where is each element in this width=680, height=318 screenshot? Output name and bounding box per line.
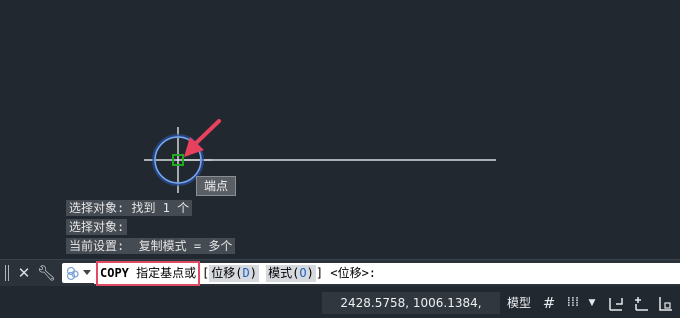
isodraft-icon-shape [659, 297, 672, 311]
grip-handle[interactable] [5, 265, 11, 281]
recent-commands-icon [66, 266, 79, 281]
option-mode[interactable]: 模式(O) [266, 265, 316, 282]
grid-icon[interactable]: # [539, 292, 559, 314]
drawing-canvas[interactable]: 端点 选择对象: 找到 1 个 选择对象: 当前设置: 复制模式 = 多个 [0, 0, 680, 258]
command-bar: ✕ 🔧︎ COPY 指定基点或 [位移(D) 模式(O)] <位移>: [0, 259, 680, 286]
ortho-icon[interactable] [606, 292, 626, 314]
wrench-icon[interactable]: 🔧︎ [37, 263, 56, 283]
default-option: <位移>: [330, 266, 377, 280]
isodraft-icon[interactable] [655, 292, 675, 314]
polar-icon-shape [635, 297, 648, 311]
chevron-down-icon[interactable]: ▼ [586, 292, 598, 314]
command-prompt: COPY 指定基点或 [96, 261, 201, 286]
snap-tooltip: 端点 [196, 176, 236, 196]
snap-icon[interactable]: ⁞⁞⁞ [563, 292, 583, 314]
chevron-down-icon [83, 270, 91, 275]
model-space-button[interactable]: 模型 [503, 292, 535, 314]
recent-commands-button[interactable] [62, 263, 94, 283]
status-bar: 2428.5758, 1006.1384, 0.0000 模型 # ⁞⁞⁞ ▼ [0, 287, 680, 318]
option-bracket: ] [315, 266, 324, 280]
command-history-line: 当前设置: 复制模式 = 多个 [66, 238, 236, 254]
ortho-icon-shape [609, 298, 623, 311]
coordinate-readout[interactable]: 2428.5758, 1006.1384, 0.0000 [322, 292, 500, 314]
close-icon[interactable]: ✕ [15, 263, 33, 283]
option-displacement[interactable]: 位移(D) [209, 265, 259, 282]
polar-icon[interactable] [632, 292, 652, 314]
command-input[interactable]: COPY 指定基点或 [位移(D) 模式(O)] <位移>: [94, 261, 680, 286]
command-history-line: 选择对象: [66, 219, 128, 235]
command-history-line: 选择对象: 找到 1 个 [66, 200, 193, 216]
option-bracket: [ [202, 266, 210, 280]
